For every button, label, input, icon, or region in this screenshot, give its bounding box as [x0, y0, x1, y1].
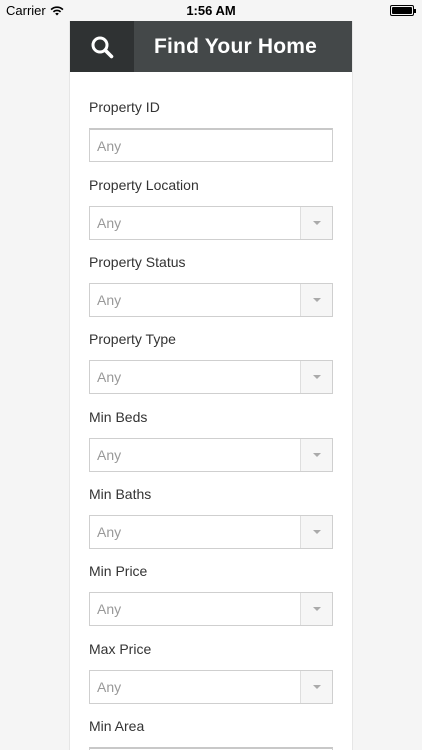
caret-down-icon: [312, 298, 321, 302]
field-min-baths: Min Baths Any: [89, 485, 333, 549]
max-price-select[interactable]: Any: [89, 670, 333, 704]
caret-down-icon: [312, 685, 321, 689]
field-property-location: Property Location Any: [89, 176, 333, 240]
status-time: 1:56 AM: [186, 3, 236, 18]
dropdown-toggle[interactable]: [300, 516, 332, 548]
select-value: Any: [97, 447, 122, 463]
caret-down-icon: [312, 607, 321, 611]
caret-down-icon: [312, 453, 321, 457]
property-id-input[interactable]: Any: [89, 128, 333, 162]
caret-down-icon: [312, 375, 321, 379]
property-location-select[interactable]: Any: [89, 206, 333, 240]
panel-title: Find Your Home: [154, 34, 318, 58]
field-min-beds: Min Beds Any: [89, 408, 333, 472]
search-icon: [91, 36, 114, 58]
property-type-select[interactable]: Any: [89, 360, 333, 394]
select-value: Any: [97, 601, 122, 617]
select-value: Any: [97, 292, 122, 308]
select-value: Any: [97, 215, 122, 231]
search-panel: Find Your Home Property ID Any Property …: [69, 21, 353, 750]
dropdown-toggle[interactable]: [300, 439, 332, 471]
field-property-id: Property ID Any: [89, 98, 333, 162]
field-label: Min Price: [89, 563, 148, 579]
dropdown-toggle[interactable]: [300, 284, 332, 316]
search-button[interactable]: [70, 21, 134, 72]
field-label: Property Status: [89, 254, 186, 270]
dropdown-toggle[interactable]: [300, 207, 332, 239]
property-status-select[interactable]: Any: [89, 283, 333, 317]
caret-down-icon: [312, 530, 321, 534]
dropdown-toggle[interactable]: [300, 593, 332, 625]
input-value: Any: [97, 137, 122, 154]
field-property-status: Property Status Any: [89, 253, 333, 317]
field-max-price: Max Price Any: [89, 640, 333, 704]
select-value: Any: [97, 679, 122, 695]
status-bar: Carrier 1:56 AM: [0, 0, 422, 21]
field-label: Max Price: [89, 641, 152, 657]
min-beds-select[interactable]: Any: [89, 438, 333, 472]
dropdown-toggle[interactable]: [300, 361, 332, 393]
min-price-select[interactable]: Any: [89, 592, 333, 626]
battery-icon: [390, 5, 416, 16]
dropdown-toggle[interactable]: [300, 671, 332, 703]
panel-header: Find Your Home: [70, 21, 352, 72]
caret-down-icon: [312, 221, 321, 225]
field-property-type: Property Type Any: [89, 330, 333, 394]
select-value: Any: [97, 369, 122, 385]
field-label: Property Location: [89, 177, 199, 193]
field-label: Property ID: [89, 99, 160, 115]
field-min-price: Min Price Any: [89, 562, 333, 626]
min-baths-select[interactable]: Any: [89, 515, 333, 549]
field-label: Property Type: [89, 331, 176, 347]
field-label: Min Beds: [89, 409, 148, 425]
select-value: Any: [97, 524, 122, 540]
field-label: Min Baths: [89, 486, 152, 502]
field-label: Min Area: [89, 718, 145, 734]
field-min-area: Min Area: [89, 717, 333, 750]
